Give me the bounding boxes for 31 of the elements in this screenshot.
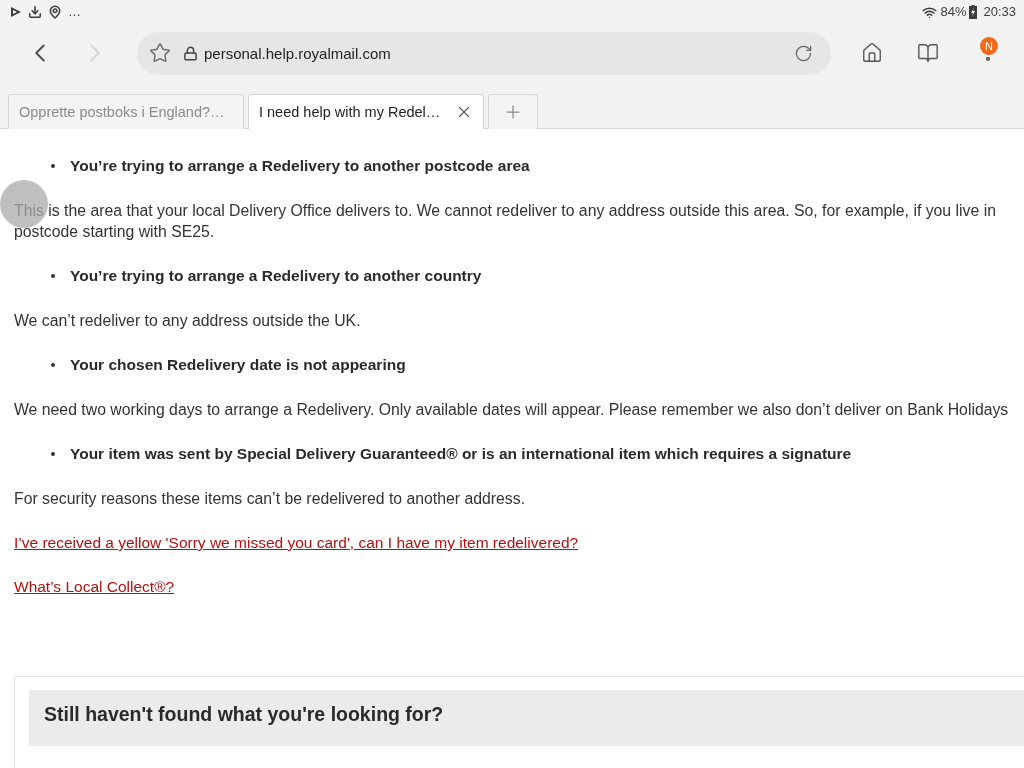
help-link[interactable]: What’s Local Collect®?	[14, 576, 175, 597]
location-pin-icon	[48, 5, 62, 19]
bullet-heading: Your chosen Redelivery date is not appearing	[70, 355, 406, 375]
bullet-heading: Your item was sent by Special Delivery Guaranteed® or is an international item which requires a signature	[70, 444, 852, 464]
bullet-icon	[51, 273, 55, 278]
battery-percentage: 84%	[940, 4, 967, 20]
body-paragraph: We need two working days to arrange a Redelivery. Only available dates will appear. Please remember we also don’t deliver on Bank Holidays	[14, 400, 1009, 420]
reload-icon[interactable]	[794, 43, 813, 63]
clock-time: 20:33	[983, 4, 1016, 20]
more-notifications-indicator: …	[68, 4, 81, 20]
bullet-icon	[51, 362, 55, 367]
address-bar[interactable]: personal.help.royalmail.com	[137, 31, 831, 75]
download-icon	[28, 5, 42, 19]
bullet-icon	[51, 451, 55, 456]
help-link[interactable]: I’ve received a yellow 'Sorry we missed you card', can I have my item redelivered?	[14, 532, 579, 553]
wifi-icon	[922, 4, 938, 20]
body-paragraph: We can’t redeliver to any address outside the UK.	[14, 311, 361, 331]
url-text: personal.help.royalmail.com	[204, 44, 392, 62]
help-heading: Still haven't found what you're looking for?	[44, 702, 444, 726]
home-icon	[861, 42, 883, 64]
bookmark-star-icon[interactable]	[149, 42, 171, 64]
bullet-heading: You’re trying to arrange a Redelivery to another postcode area	[70, 156, 530, 176]
body-paragraph: For security reasons these items can’t be redelivered to another address.	[14, 489, 526, 509]
browser-tab[interactable]: I need help with my Redel…	[248, 94, 484, 129]
open-book-icon	[917, 42, 939, 64]
play-triangle-icon	[10, 6, 22, 18]
bullet-icon	[51, 163, 55, 168]
notification-badge: N	[980, 37, 998, 55]
bullet-heading: You’re trying to arrange a Redelivery to another country	[70, 266, 482, 286]
lock-icon	[183, 45, 198, 61]
battery-charging-icon	[969, 5, 978, 19]
